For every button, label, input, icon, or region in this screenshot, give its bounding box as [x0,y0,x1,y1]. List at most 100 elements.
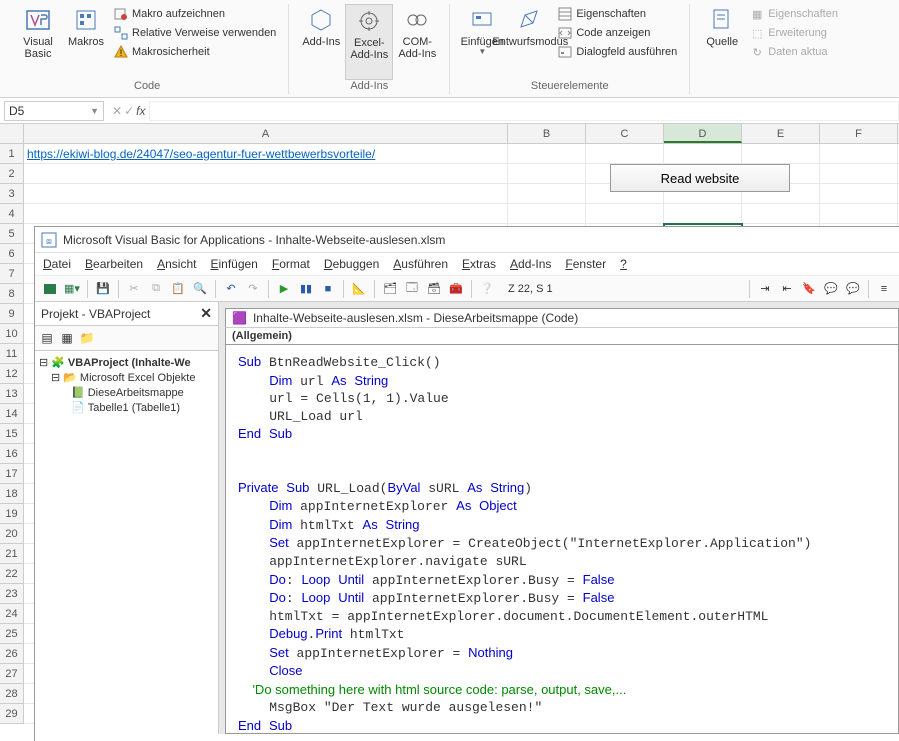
cell-F3[interactable] [820,184,898,203]
row-header[interactable]: 24 [0,604,23,624]
paste-icon[interactable]: 📋 [169,280,187,298]
properties-window-icon[interactable]: 🗔 [403,280,421,298]
col-header-C[interactable]: C [586,124,664,143]
design-icon[interactable]: 📐 [350,280,368,298]
code-window-title[interactable]: 🟪 Inhalte-Webseite-auslesen.xlsm - Diese… [225,308,899,327]
cell-B2[interactable] [508,164,586,183]
run-icon[interactable]: ▶ [275,280,293,298]
cell-B1[interactable] [508,144,586,163]
reset-icon[interactable]: ■ [319,280,337,298]
visual-basic-button[interactable]: Visual Basic [14,4,62,80]
row-header[interactable]: 10 [0,324,23,344]
cell-C1[interactable] [586,144,664,163]
tree-item-workbook[interactable]: 📗 DieseArbeitsmappe [39,385,214,400]
tree-folder[interactable]: ⊟ 📂 Microsoft Excel Objekte [39,370,214,385]
help-icon[interactable]: ❔ [478,280,496,298]
code-anzeigen-button[interactable]: Code anzeigen [554,25,681,41]
col-header-A[interactable]: A [24,124,508,143]
cell-F4[interactable] [820,204,898,223]
object-browser-icon[interactable]: 🗃 [425,280,443,298]
row-header[interactable]: 14 [0,404,23,424]
row-header[interactable]: 26 [0,644,23,664]
row-header[interactable]: 3 [0,184,23,204]
row-header[interactable]: 7 [0,264,23,284]
tree-root[interactable]: ⊟ 🧩 VBAProject (Inhalte-We [39,355,214,370]
com-addins-button[interactable]: COM-Add-Ins [393,4,441,80]
uncomment-icon[interactable]: 💬 [844,280,862,298]
row-header[interactable]: 19 [0,504,23,524]
outdent-icon[interactable]: ⇤ [778,280,796,298]
cell-A1[interactable]: https://ekiwi-blog.de/24047/seo-agentur-… [24,144,508,163]
namebox-dropdown-icon[interactable]: ▼ [90,106,99,116]
row-header[interactable]: 16 [0,444,23,464]
code-editor[interactable]: Sub BtnReadWebsite_Click() Dim url As St… [225,345,899,734]
addins-button[interactable]: Add-Ins [297,4,345,80]
row-header[interactable]: 5 [0,224,23,244]
comment-icon[interactable]: 💬 [822,280,840,298]
row-header[interactable]: 22 [0,564,23,584]
cell-F1[interactable] [820,144,898,163]
makros-button[interactable]: Makros [62,4,110,80]
formula-input[interactable] [149,101,899,121]
row-header[interactable]: 13 [0,384,23,404]
row-header[interactable]: 29 [0,704,23,724]
excel-addins-button[interactable]: Excel-Add-Ins [345,4,393,80]
read-website-button[interactable]: Read website [610,164,790,192]
menu-format[interactable]: Format [272,257,310,271]
cell-A4[interactable] [24,204,508,223]
break-icon[interactable]: ▮▮ [297,280,315,298]
row-header[interactable]: 6 [0,244,23,264]
select-all-corner[interactable] [0,124,24,143]
menu-extras[interactable]: Extras [462,257,496,271]
fx-icon[interactable]: fx [136,104,145,118]
row-header[interactable]: 17 [0,464,23,484]
menu-?[interactable]: ? [620,257,627,271]
row-header[interactable]: 2 [0,164,23,184]
row-header[interactable]: 15 [0,424,23,444]
row-header[interactable]: 18 [0,484,23,504]
vbe-toolbar[interactable]: ▦▾ 💾 ✂ ⧉ 📋 🔍 ↶ ↷ ▶ ▮▮ ■ 📐 🗂 🗔 🗃 🧰 ❔ Z 22… [35,276,899,302]
menu-fenster[interactable]: Fenster [565,257,606,271]
col-header-B[interactable]: B [508,124,586,143]
row-header[interactable]: 28 [0,684,23,704]
name-box[interactable]: D5▼ [4,101,104,121]
view-object-tb-icon[interactable]: ▦ [58,329,76,347]
view-code-tb-icon[interactable]: ▤ [38,329,56,347]
row-header[interactable]: 1 [0,144,23,164]
undo-icon[interactable]: ↶ [222,280,240,298]
project-close-icon[interactable]: ✕ [200,305,212,322]
project-toolbar[interactable]: ▤ ▦ 📁 [35,326,218,351]
code-object-dropdown[interactable]: (Allgemein) [225,327,899,345]
menu-datei[interactable]: Datei [43,257,71,271]
cell-C4[interactable] [586,204,664,223]
cell-A3[interactable] [24,184,508,203]
menu-bearbeiten[interactable]: Bearbeiten [85,257,143,271]
col-header-F[interactable]: F [820,124,898,143]
cell-E1[interactable] [742,144,820,163]
cell-B4[interactable] [508,204,586,223]
row-header[interactable]: 11 [0,344,23,364]
menu-ausführen[interactable]: Ausführen [393,257,448,271]
find-icon[interactable]: 🔍 [191,280,209,298]
project-tree[interactable]: ⊟ 🧩 VBAProject (Inhalte-We ⊟ 📂 Microsoft… [35,351,218,419]
row-header[interactable]: 25 [0,624,23,644]
cell-D4[interactable] [664,204,742,223]
cell-F2[interactable] [820,164,898,183]
entwurfsmodus-button[interactable]: Entwurfsmodus [506,4,554,80]
row-header[interactable]: 23 [0,584,23,604]
cell-A2[interactable] [24,164,508,183]
menu-ansicht[interactable]: Ansicht [157,257,196,271]
col-header-E[interactable]: E [742,124,820,143]
row-header[interactable]: 9 [0,304,23,324]
menu-einfügen[interactable]: Einfügen [210,257,257,271]
cell-B3[interactable] [508,184,586,203]
vbe-menubar[interactable]: DateiBearbeitenAnsichtEinfügenFormatDebu… [35,253,899,276]
row-header[interactable]: 27 [0,664,23,684]
view-excel-icon[interactable] [41,280,59,298]
eigenschaften-button[interactable]: Eigenschaften [554,6,681,22]
save-icon[interactable]: 💾 [94,280,112,298]
row-header[interactable]: 4 [0,204,23,224]
vbe-titlebar[interactable]: ⧈ Microsoft Visual Basic for Application… [35,227,899,253]
dialogfeld-button[interactable]: Dialogfeld ausführen [554,44,681,60]
project-explorer-icon[interactable]: 🗂 [381,280,399,298]
